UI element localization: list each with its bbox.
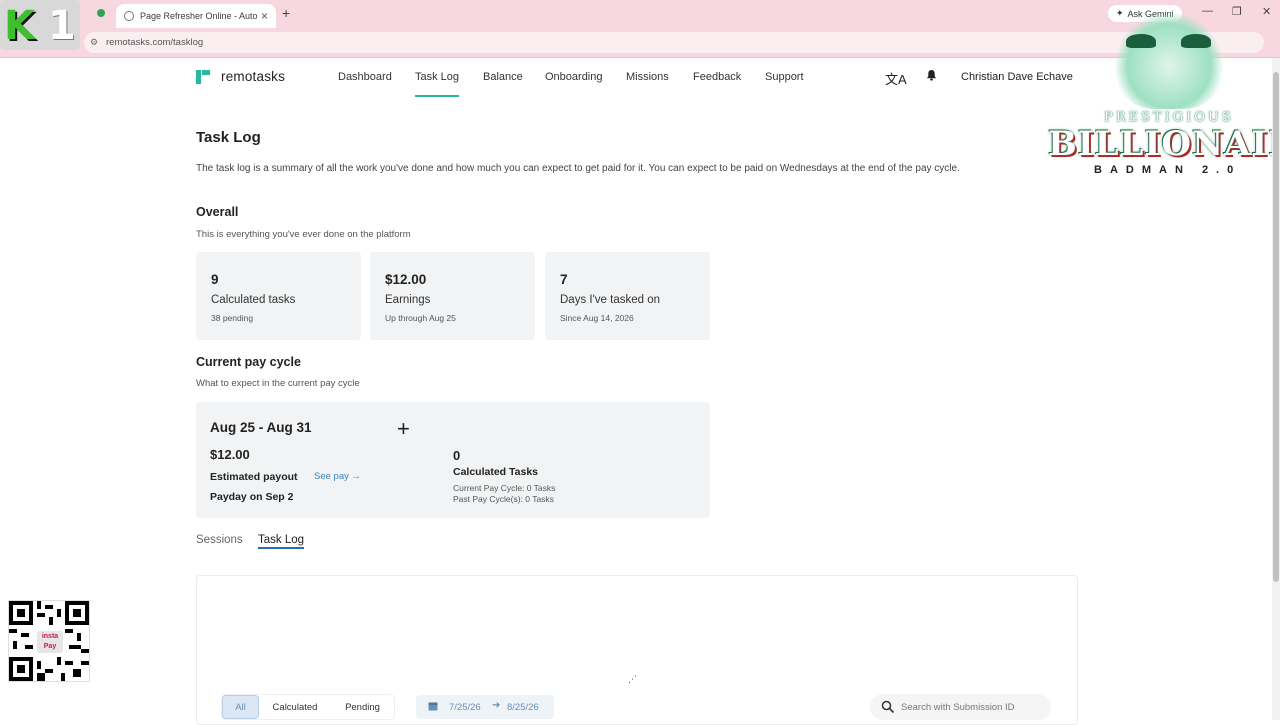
nav-task-log[interactable]: Task Log xyxy=(415,71,459,83)
search-icon xyxy=(881,700,895,714)
url-text: remotasks.com/tasklog xyxy=(106,37,204,48)
page-description: The task log is a summary of all the wor… xyxy=(196,163,960,174)
stat-value: 9 xyxy=(211,272,219,287)
close-tab-icon[interactable]: × xyxy=(261,9,268,23)
current-cycle-count: Current Pay Cycle: 0 Tasks xyxy=(453,483,556,493)
submission-search xyxy=(870,694,1051,720)
k1-logo-1: 1 xyxy=(48,3,76,49)
stat-card-days-tasked: 7 Days I've tasked on Since Aug 14, 2026 xyxy=(545,252,710,340)
nav-onboarding[interactable]: Onboarding xyxy=(545,71,603,83)
plus-icon[interactable]: + xyxy=(397,416,410,442)
overlay-line-prestigious: PRESTIGIOUS xyxy=(1104,110,1234,125)
date-to: 8/25/26 xyxy=(507,702,539,713)
stat-label: Days I've tasked on xyxy=(560,294,660,306)
tab-task-log[interactable]: Task Log xyxy=(258,534,305,549)
past-cycle-count: Past Pay Cycle(s): 0 Tasks xyxy=(453,494,554,504)
nav-dashboard[interactable]: Dashboard xyxy=(338,71,392,83)
nav-support[interactable]: Support xyxy=(765,71,804,83)
payout-label: Estimated payout xyxy=(210,471,298,483)
nav-feedback[interactable]: Feedback xyxy=(693,71,741,83)
page-scrollbar[interactable] xyxy=(1272,58,1280,720)
globe-icon xyxy=(124,11,134,21)
k1-logo-k: K xyxy=(4,3,35,49)
billionaire-overlay-art: PRESTIGIOUS BILLIONAIRE BADMAN 2.0 xyxy=(1044,14,1280,180)
loading-spinner-icon: ⋰ xyxy=(628,674,637,684)
browser-tab[interactable]: Page Refresher Online - Auto R × xyxy=(116,4,276,28)
payday-text: Payday on Sep 2 xyxy=(210,491,294,503)
stat-label: Earnings xyxy=(385,294,431,306)
nav-missions[interactable]: Missions xyxy=(626,71,669,83)
brand-name[interactable]: remotasks xyxy=(221,69,285,84)
overlay-line-billionaire: BILLIONAIRE xyxy=(1048,124,1280,164)
calendar-icon xyxy=(428,702,438,711)
browser-tab-title: Page Refresher Online - Auto R xyxy=(140,11,257,21)
instapay-label: insta Pay xyxy=(37,631,63,653)
date-from: 7/25/26 xyxy=(449,702,481,713)
new-tab-button[interactable]: + xyxy=(282,5,290,21)
translate-icon[interactable]: 文A xyxy=(885,69,907,88)
filter-all-button[interactable]: All xyxy=(222,695,259,719)
date-range-picker[interactable]: 7/25/26 ➔ 8/25/26 xyxy=(416,695,554,719)
overall-subtitle: This is everything you've ever done on t… xyxy=(196,229,411,240)
filter-pending-button[interactable]: Pending xyxy=(335,695,390,719)
active-nav-underline xyxy=(415,95,459,97)
stat-card-earnings: $12.00 Earnings Up through Aug 25 xyxy=(370,252,535,340)
k1-logo-overlay: K 1 xyxy=(0,0,80,50)
remotasks-logo-icon[interactable] xyxy=(196,70,210,84)
pay-cycle-subtitle: What to expect in the current pay cycle xyxy=(196,378,360,389)
overall-title: Overall xyxy=(196,205,239,219)
tab-group-dot[interactable] xyxy=(97,9,105,17)
pay-cycle-title: Current pay cycle xyxy=(196,355,301,369)
qr-code-overlay: insta Pay xyxy=(8,600,90,682)
search-input[interactable] xyxy=(901,698,1043,716)
nav-balance[interactable]: Balance xyxy=(483,71,523,83)
page-title: Task Log xyxy=(196,129,261,146)
payout-amount: $12.00 xyxy=(210,447,250,462)
filter-calculated-button[interactable]: Calculated xyxy=(265,695,325,719)
bell-icon[interactable] xyxy=(926,69,937,81)
scrollbar-thumb[interactable] xyxy=(1273,72,1279,582)
stat-label: Calculated tasks xyxy=(211,294,296,306)
stat-sub: 38 pending xyxy=(211,313,254,323)
tab-sessions[interactable]: Sessions xyxy=(196,534,243,546)
joker-eyes-graphic xyxy=(1126,34,1216,54)
status-filter-group: All Calculated Pending xyxy=(222,695,394,719)
calculated-tasks-value: 0 xyxy=(453,448,461,463)
stat-sub: Up through Aug 25 xyxy=(385,313,456,323)
joker-face-graphic xyxy=(1114,14,1224,109)
site-settings-icon[interactable]: ⚙ xyxy=(90,37,98,48)
stat-value: $12.00 xyxy=(385,272,427,287)
stat-card-calculated-tasks: 9 Calculated tasks 38 pending xyxy=(196,252,361,340)
pay-cycle-card: Aug 25 - Aug 31 + $12.00 Estimated payou… xyxy=(196,402,710,518)
stat-sub: Since Aug 14, 2026 xyxy=(560,313,634,323)
pay-cycle-range: Aug 25 - Aug 31 xyxy=(210,420,312,435)
see-pay-link[interactable]: See pay → xyxy=(314,471,361,482)
arrow-right-icon: ➔ xyxy=(492,700,501,711)
calculated-tasks-label: Calculated Tasks xyxy=(453,466,539,478)
overlay-line-badman: BADMAN 2.0 xyxy=(1094,164,1242,176)
stat-value: 7 xyxy=(560,272,568,287)
